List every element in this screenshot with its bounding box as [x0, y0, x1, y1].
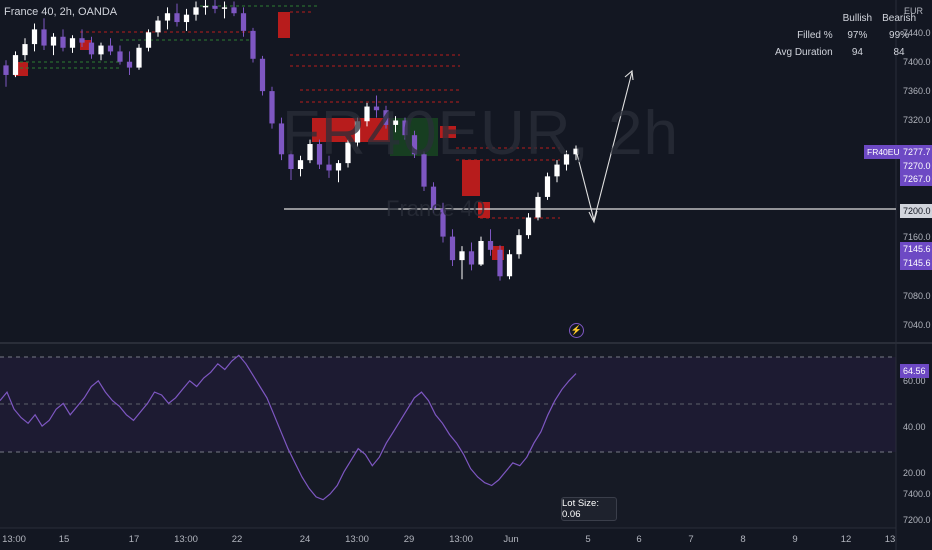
candle-body[interactable] [449, 236, 456, 261]
price-tick: 7360.0 [903, 86, 931, 96]
time-tick: 29 [403, 534, 415, 545]
candle-body[interactable] [107, 45, 114, 52]
time-tick: 8 [740, 534, 746, 545]
candle-body[interactable] [240, 13, 247, 31]
candle-body[interactable] [22, 44, 28, 56]
time-tick: 7 [688, 534, 694, 545]
price-tick: 7440.0 [903, 28, 931, 38]
candle-body[interactable] [31, 29, 38, 45]
candle-body[interactable] [487, 241, 494, 250]
candle-body[interactable] [516, 235, 522, 255]
candle-body[interactable] [117, 51, 123, 62]
projection-arrowhead-up [624, 69, 634, 81]
stats-cell: 94 [851, 47, 863, 58]
watermark-symbol: FR40EUR, 2h [282, 99, 679, 168]
price-tick: 7400.0 [903, 57, 931, 67]
time-tick: 13:00 [2, 534, 26, 545]
price-tick: 7160.0 [903, 232, 931, 242]
candle-body[interactable] [3, 65, 9, 75]
candle-body[interactable] [50, 36, 57, 46]
candle-body[interactable] [259, 58, 266, 92]
lot-size-badge[interactable]: Lot Size: 0.06 [561, 497, 617, 521]
time-tick: 13:00 [449, 534, 473, 545]
lower-tick: 7400.0 [903, 489, 931, 499]
rsi-current-tag: 64.56 [900, 364, 929, 378]
level-tag: 7267.0 [900, 172, 932, 186]
candle-body[interactable] [98, 45, 104, 55]
candle-body[interactable] [193, 7, 199, 15]
time-tick: 13 [884, 534, 896, 545]
stats-corner [770, 10, 838, 27]
candle-body[interactable] [459, 251, 465, 261]
candle-body[interactable] [79, 38, 85, 43]
price-pane[interactable] [0, 0, 932, 550]
time-tick: 22 [231, 534, 243, 545]
candle-body[interactable] [535, 196, 541, 218]
candle-body[interactable] [250, 30, 256, 59]
candle-body[interactable] [136, 47, 142, 68]
time-tick: 13:00 [174, 534, 198, 545]
candle-body[interactable] [269, 91, 275, 124]
candle-body[interactable] [231, 7, 237, 14]
candle-body[interactable] [126, 61, 133, 68]
time-axis[interactable]: 13:00 15 17 13:00 22 24 13:00 29 13:00 J… [0, 528, 896, 550]
bear-order-block [278, 12, 290, 38]
price-scale[interactable]: EUR 7440.0 7400.0 7360.0 7320.0 7160.0 7… [896, 0, 932, 550]
time-tick: 17 [128, 534, 140, 545]
candle-body[interactable] [88, 42, 95, 55]
candle-body[interactable] [525, 217, 532, 236]
time-tick: 9 [792, 534, 798, 545]
candle-body[interactable] [12, 55, 19, 75]
candle-body[interactable] [468, 251, 475, 265]
time-tick: 24 [299, 534, 311, 545]
level-tag: 7270.0 [900, 159, 932, 173]
time-tick: 15 [58, 534, 70, 545]
level-tag: 7145.6 [900, 256, 932, 270]
stats-cell: 97% [847, 30, 868, 41]
candle-body[interactable] [506, 254, 513, 277]
chart-area[interactable]: France 40, 2h, OANDA FR40EUR, 2h France … [0, 0, 932, 550]
key-level-tag: 7200.0 [900, 204, 932, 218]
time-tick: 12 [840, 534, 852, 545]
watermark-name: France 40 [386, 196, 486, 221]
lower-tick: 7200.0 [903, 515, 931, 525]
rsi-tick: 20.00 [903, 468, 926, 478]
candle-body[interactable] [212, 5, 218, 9]
candle-body[interactable] [69, 38, 76, 48]
candle-body[interactable] [221, 7, 228, 9]
symbol-title[interactable]: France 40, 2h, OANDA [4, 6, 117, 18]
time-tick: Jun [503, 534, 519, 545]
price-tick: 7040.0 [903, 320, 931, 330]
stats-row-label: Avg Duration [775, 47, 833, 58]
lightning-icon[interactable]: ⚡ [569, 323, 584, 338]
candle-body[interactable] [60, 36, 66, 48]
rsi-tick: 40.00 [903, 422, 926, 432]
candle-body[interactable] [164, 13, 171, 21]
last-price-tag: 7277.7 [900, 145, 932, 159]
candle-body[interactable] [478, 241, 484, 265]
level-tag: 7145.6 [900, 242, 932, 256]
candle-body[interactable] [497, 249, 503, 277]
price-tick: 7320.0 [903, 115, 931, 125]
time-tick: 6 [636, 534, 642, 545]
time-tick: 5 [585, 534, 591, 545]
candle-body[interactable] [183, 14, 190, 23]
time-tick: 13:00 [345, 534, 369, 545]
candle-body[interactable] [41, 29, 47, 46]
stats-row-label: Filled % [797, 30, 833, 41]
candle-body[interactable] [202, 5, 209, 8]
candle-body[interactable] [145, 32, 152, 48]
currency-label: EUR [904, 6, 924, 16]
candle-body[interactable] [155, 20, 161, 33]
stats-header-bullish: Bullish [842, 13, 873, 24]
candle-body[interactable] [174, 13, 180, 23]
price-tick: 7080.0 [903, 291, 931, 301]
candle-body[interactable] [544, 176, 551, 197]
